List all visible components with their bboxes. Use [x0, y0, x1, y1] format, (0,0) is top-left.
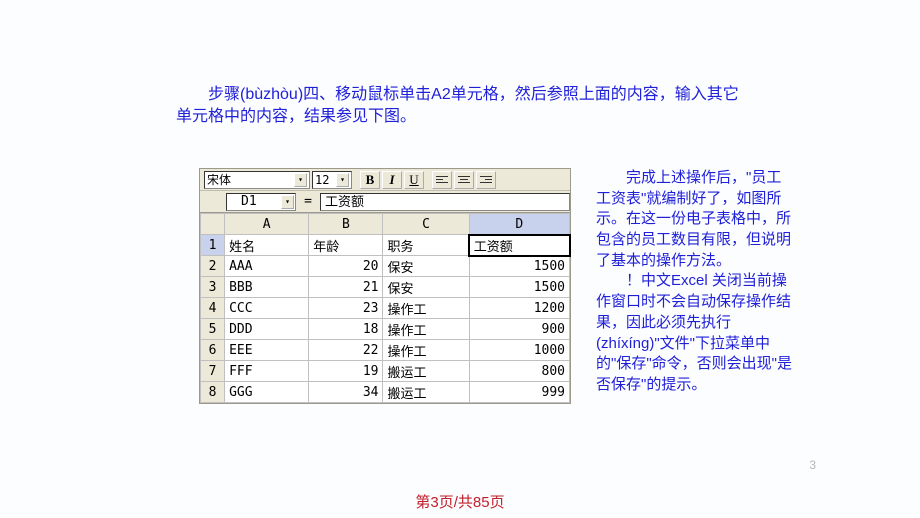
cell[interactable]: EEE: [225, 340, 309, 361]
cell[interactable]: 900: [469, 319, 569, 340]
excel-screenshot: 宋体 ▾ 12 ▾ B I U D1 ▾ = 工资额 A B C D: [199, 168, 571, 404]
cell[interactable]: 操作工: [383, 319, 469, 340]
intro-paragraph: 步骤(bùzhòu)四、移动鼠标单击A2单元格，然后参照上面的内容，输入其它单元…: [176, 84, 750, 129]
cell[interactable]: 999: [469, 382, 569, 403]
name-box[interactable]: D1 ▾: [226, 193, 296, 211]
cell[interactable]: BBB: [225, 277, 309, 298]
row-header[interactable]: 3: [201, 277, 225, 298]
cell[interactable]: 职务: [383, 235, 469, 256]
cell[interactable]: 搬运工: [383, 361, 469, 382]
select-all-corner[interactable]: [201, 214, 225, 235]
chevron-down-icon: ▾: [294, 173, 307, 187]
align-left-button[interactable]: [432, 171, 452, 189]
footer-page-indicator: 第3页/共85页: [0, 491, 920, 512]
cell[interactable]: 1500: [469, 256, 569, 277]
chevron-down-icon: ▾: [281, 195, 294, 209]
cell[interactable]: DDD: [225, 319, 309, 340]
cell-active[interactable]: 工资额: [469, 235, 569, 256]
cell[interactable]: 800: [469, 361, 569, 382]
row-header[interactable]: 5: [201, 319, 225, 340]
cell[interactable]: CCC: [225, 298, 309, 319]
cell[interactable]: 1000: [469, 340, 569, 361]
table-row: 8 GGG 34 搬运工 999: [201, 382, 570, 403]
bold-button[interactable]: B: [360, 171, 380, 189]
font-name-value: 宋体: [207, 171, 231, 188]
table-row: 2 AAA 20 保安 1500: [201, 256, 570, 277]
table-row: 3 BBB 21 保安 1500: [201, 277, 570, 298]
cell[interactable]: 22: [309, 340, 383, 361]
right-explanation: 完成上述操作后，"员工工资表"就编制好了，如图所示。在这一份电子表格中，所包含的…: [596, 168, 796, 396]
cell[interactable]: 21: [309, 277, 383, 298]
align-center-button[interactable]: [454, 171, 474, 189]
font-name-selector[interactable]: 宋体 ▾: [204, 171, 310, 189]
cell[interactable]: 23: [309, 298, 383, 319]
align-right-button[interactable]: [476, 171, 496, 189]
cell[interactable]: 操作工: [383, 298, 469, 319]
row-header[interactable]: 6: [201, 340, 225, 361]
equals-label: =: [296, 194, 320, 209]
col-header-d[interactable]: D: [469, 214, 569, 235]
row-header[interactable]: 2: [201, 256, 225, 277]
table-row: 4 CCC 23 操作工 1200: [201, 298, 570, 319]
table-row: 5 DDD 18 操作工 900: [201, 319, 570, 340]
cell[interactable]: 18: [309, 319, 383, 340]
row-header[interactable]: 1: [201, 235, 225, 256]
font-size-value: 12: [315, 173, 329, 187]
cell[interactable]: 年龄: [309, 235, 383, 256]
chevron-down-icon: ▾: [336, 173, 349, 187]
cell[interactable]: 保安: [383, 277, 469, 298]
row-header[interactable]: 4: [201, 298, 225, 319]
cell[interactable]: 20: [309, 256, 383, 277]
font-size-selector[interactable]: 12 ▾: [312, 171, 352, 189]
cell[interactable]: 保安: [383, 256, 469, 277]
cell[interactable]: FFF: [225, 361, 309, 382]
formula-bar-row: D1 ▾ = 工资额: [200, 191, 570, 213]
table-row: 1 姓名 年龄 职务 工资额: [201, 235, 570, 256]
right-paragraph-1: 完成上述操作后，"员工工资表"就编制好了，如图所示。在这一份电子表格中，所包含的…: [596, 168, 796, 271]
slide-number: 3: [809, 458, 816, 472]
col-header-c[interactable]: C: [383, 214, 469, 235]
cell[interactable]: 姓名: [225, 235, 309, 256]
cell[interactable]: 1200: [469, 298, 569, 319]
formatting-toolbar: 宋体 ▾ 12 ▾ B I U: [200, 169, 570, 191]
right-paragraph-2: ！中文Excel 关闭当前操作窗口时不会自动保存操作结果，因此必须先执行(zhí…: [596, 271, 796, 395]
italic-button[interactable]: I: [382, 171, 402, 189]
cell[interactable]: 34: [309, 382, 383, 403]
row-header[interactable]: 7: [201, 361, 225, 382]
cell[interactable]: 1500: [469, 277, 569, 298]
col-header-a[interactable]: A: [225, 214, 309, 235]
active-cell-ref: D1: [241, 194, 257, 210]
spreadsheet-grid[interactable]: A B C D 1 姓名 年龄 职务 工资额 2 AAA 20 保安 1500 …: [200, 213, 570, 403]
cell[interactable]: 搬运工: [383, 382, 469, 403]
table-row: 6 EEE 22 操作工 1000: [201, 340, 570, 361]
cell[interactable]: GGG: [225, 382, 309, 403]
cell[interactable]: 操作工: [383, 340, 469, 361]
col-header-b[interactable]: B: [309, 214, 383, 235]
table-row: 7 FFF 19 搬运工 800: [201, 361, 570, 382]
row-header[interactable]: 8: [201, 382, 225, 403]
formula-bar[interactable]: 工资额: [320, 193, 570, 211]
cell[interactable]: 19: [309, 361, 383, 382]
cell[interactable]: AAA: [225, 256, 309, 277]
underline-button[interactable]: U: [404, 171, 424, 189]
